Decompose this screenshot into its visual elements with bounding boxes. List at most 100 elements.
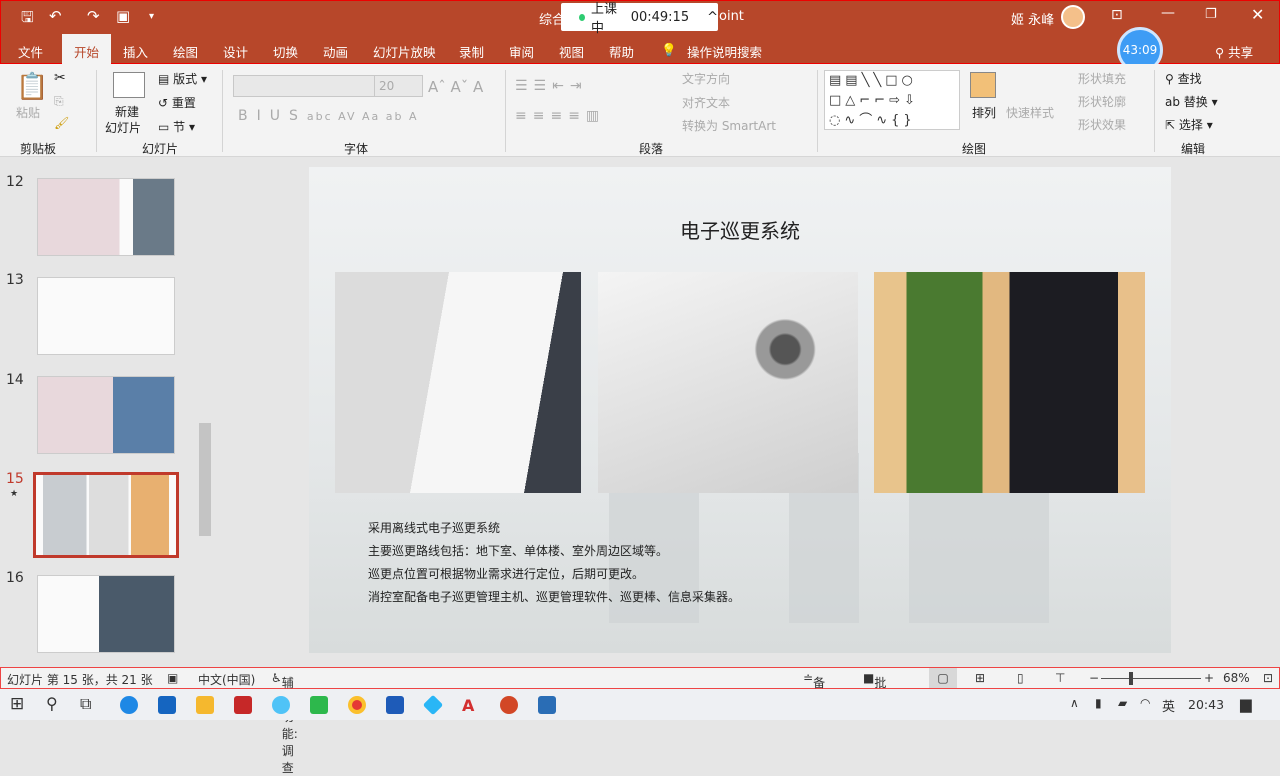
clock[interactable]: 20:43 (1188, 697, 1224, 712)
copy-icon[interactable]: ⎘ (54, 94, 64, 109)
slide-sorter-icon[interactable]: ⊞ (975, 671, 985, 685)
ribbon-display-icon[interactable]: ⊡ (1111, 7, 1123, 23)
chevron-up-icon[interactable]: ^ (707, 10, 718, 25)
zoom-level[interactable]: 68% (1223, 671, 1250, 685)
search-icon[interactable]: ⚲ (46, 694, 58, 713)
format-painter-icon[interactable]: 🖌 (54, 116, 69, 130)
wifi-icon[interactable]: ◠ (1140, 696, 1150, 710)
shapes-gallery[interactable]: ▤▤╲╲□○ □△⌐⌐⇨⇩ ◌∿⌒∿{} (824, 70, 960, 130)
align-text-button[interactable]: 对齐文本 (682, 94, 730, 111)
store-icon[interactable] (158, 696, 176, 714)
smartart-button[interactable]: 转换为 SmartArt (682, 117, 776, 134)
close-icon[interactable]: ✕ (1251, 5, 1264, 24)
new-slide-label2[interactable]: 幻灯片 (105, 119, 141, 136)
font-size-input[interactable]: 20 (374, 75, 423, 97)
task-view-icon[interactable]: ⧉ (80, 694, 91, 714)
avatar[interactable] (1061, 5, 1085, 29)
section-button[interactable]: ▭ 节 ▾ (158, 118, 195, 135)
tell-me-search[interactable]: 操作说明搜索 (687, 42, 762, 61)
undo-icon[interactable]: ↶ (49, 7, 62, 25)
thumbnail-scrollbar[interactable] (198, 160, 212, 664)
font-format-icons[interactable]: BIUSabc AV Aa ab A (238, 108, 419, 124)
pdf-icon[interactable] (234, 696, 252, 714)
tab-file[interactable]: 文件 (18, 42, 43, 61)
tab-draw[interactable]: 绘图 (173, 42, 198, 61)
notes-button[interactable]: ≐ 备注 (803, 671, 825, 707)
tab-insert[interactable]: 插入 (123, 42, 148, 61)
tab-view[interactable]: 视图 (559, 42, 584, 61)
slide-thumbnail-13[interactable] (37, 277, 175, 355)
tab-animations[interactable]: 动画 (323, 42, 348, 61)
redo-icon[interactable]: ↷ (87, 7, 100, 25)
battery-icon[interactable]: ▰ (1118, 696, 1127, 710)
slide-canvas[interactable]: 电子巡更系统 采用离线式电子巡更系统 主要巡更路线包括：地下室、单体楼、室外周边… (309, 167, 1171, 653)
cut-icon[interactable]: ✂ (54, 70, 66, 86)
slide-scrollbar[interactable] (1262, 157, 1280, 667)
microphone-icon[interactable]: ▮ (1095, 696, 1102, 710)
normal-view-icon[interactable]: ▢ (929, 668, 957, 688)
reset-button[interactable]: ↺ 重置 (158, 94, 196, 111)
new-slide-button[interactable]: 新建 (115, 103, 139, 120)
accessibility-button[interactable]: ♿ 辅助功能: 调查 (271, 671, 298, 775)
select-button[interactable]: ⇱ 选择 ▾ (1165, 116, 1213, 133)
slide-body-text[interactable]: 采用离线式电子巡更系统 主要巡更路线包括：地下室、单体楼、室外周边区域等。 巡更… (368, 517, 740, 609)
arrange-button[interactable]: 排列 (972, 104, 996, 121)
slide-title[interactable]: 电子巡更系统 (309, 215, 1171, 244)
slide-thumbnail-15[interactable] (33, 472, 179, 558)
paste-button[interactable]: 粘贴 (16, 104, 40, 121)
edge-icon[interactable] (120, 696, 138, 714)
zoom-in-button[interactable]: + (1204, 671, 1214, 685)
restore-icon[interactable]: ❐ (1205, 7, 1217, 22)
language-button[interactable]: 中文(中国) (198, 671, 255, 688)
slide-thumbnail-14[interactable] (37, 376, 175, 454)
comments-button[interactable]: ■ 批注 (863, 671, 886, 707)
slideshow-icon[interactable]: ▣ (116, 7, 130, 25)
user-name[interactable]: 姬 永峰 (1011, 9, 1054, 28)
zoom-slider-thumb[interactable] (1129, 672, 1133, 685)
minimize-icon[interactable]: — (1161, 5, 1175, 21)
replace-button[interactable]: ab 替换 ▾ (1165, 93, 1218, 110)
file-explorer-icon[interactable] (196, 696, 214, 714)
fit-slide-icon[interactable]: ⊡ (1263, 671, 1273, 685)
slide-thumbnail-16[interactable] (37, 575, 175, 653)
wechat-icon[interactable] (310, 696, 328, 714)
reading-view-icon[interactable]: ▯ (1017, 671, 1024, 685)
zoom-out-button[interactable]: − (1089, 671, 1099, 685)
find-button[interactable]: ⚲ 查找 (1165, 70, 1202, 87)
shape-effects-button[interactable]: 形状效果 (1078, 116, 1126, 133)
slide-thumbnail-12[interactable] (37, 178, 175, 256)
share-button[interactable]: ⚲ 共享 (1215, 42, 1253, 61)
align-icons[interactable]: ≡≡≡≡▥ (515, 108, 605, 124)
shape-outline-button[interactable]: 形状轮廓 (1078, 93, 1126, 110)
scrollbar-thumb[interactable] (199, 423, 211, 536)
layout-button[interactable]: ▤ 版式 ▾ (158, 70, 207, 87)
spellcheck-icon[interactable]: ▣ (167, 671, 178, 685)
zoom-slider[interactable] (1101, 678, 1201, 679)
tab-home[interactable]: 开始 (62, 34, 112, 65)
chrome-icon[interactable] (348, 696, 366, 714)
acrobat-icon[interactable]: A (462, 696, 480, 715)
notification-icon[interactable]: ▆ (1240, 695, 1252, 713)
slideshow-view-icon[interactable]: ⊤ (1055, 671, 1065, 685)
list-icons[interactable]: ☰☰⇤⇥ (515, 78, 588, 94)
grow-font-icon[interactable]: Aˆ Aˇ A (428, 78, 483, 96)
class-status-banner[interactable]: 上课中 00:49:15 ^ (561, 2, 718, 36)
show-hidden-icons[interactable]: ∧ (1070, 696, 1079, 710)
save-icon[interactable]: 🖫 (21, 7, 34, 32)
tab-transitions[interactable]: 切换 (273, 42, 298, 61)
windows-start-icon[interactable]: ⊞ (10, 694, 24, 714)
ime-indicator[interactable]: 英 (1162, 696, 1175, 715)
cad-icon[interactable] (538, 696, 556, 714)
customize-qat-icon[interactable]: ▾ (149, 11, 154, 22)
quick-styles-button[interactable]: 快速样式 (1006, 104, 1054, 121)
tab-review[interactable]: 审阅 (509, 42, 534, 61)
paste-icon[interactable]: 📋 (16, 72, 48, 102)
tab-slideshow[interactable]: 幻灯片放映 (373, 42, 436, 61)
shape-fill-button[interactable]: 形状填充 (1078, 70, 1126, 87)
tab-record[interactable]: 录制 (459, 42, 484, 61)
word-icon[interactable] (386, 696, 404, 714)
app-icon[interactable] (272, 696, 290, 714)
tab-help[interactable]: 帮助 (609, 42, 634, 61)
powerpoint-icon[interactable] (500, 696, 518, 714)
tab-design[interactable]: 设计 (223, 42, 248, 61)
